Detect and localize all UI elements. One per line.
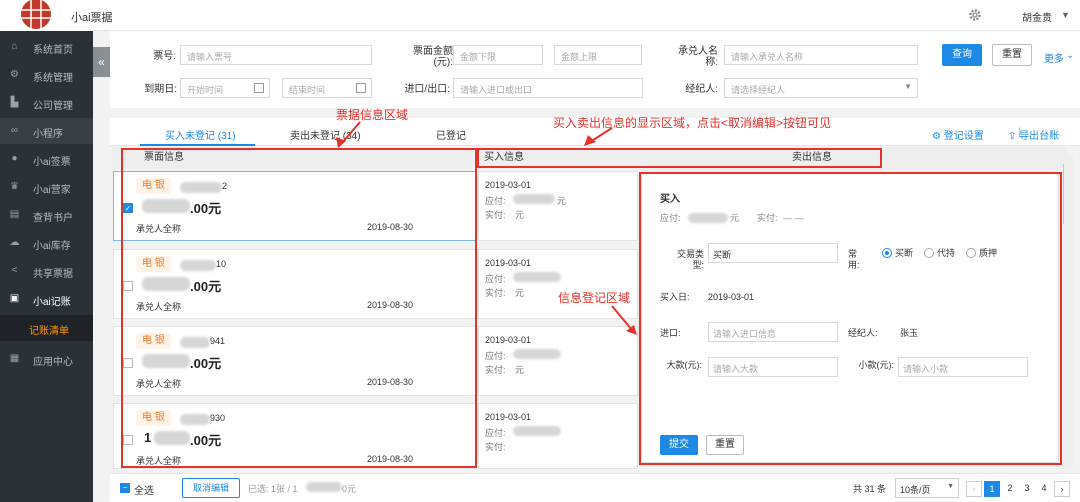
- arrow-icon: [341, 121, 361, 144]
- arrow-head-icon: [626, 325, 637, 335]
- arrow-icon: [611, 305, 633, 331]
- arrow-head-icon: [584, 135, 596, 146]
- annotation-arrows: [336, 121, 637, 335]
